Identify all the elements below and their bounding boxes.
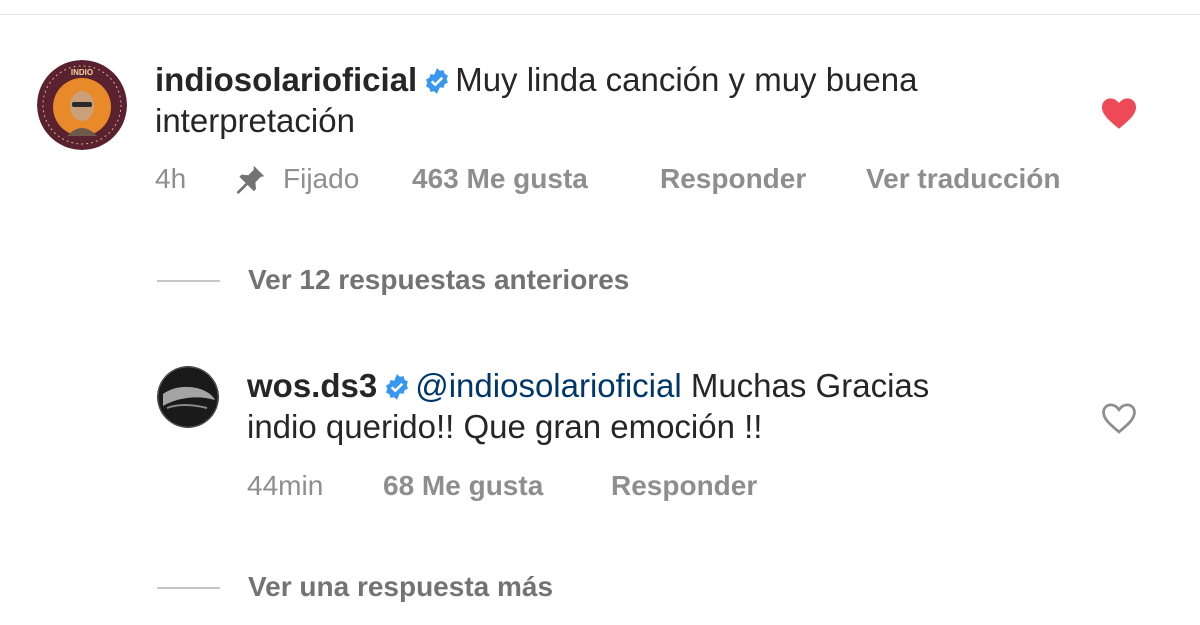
comment-username[interactable]: indiosolarioficial	[155, 61, 417, 98]
verified-badge-icon	[383, 370, 411, 410]
view-more-replies-button[interactable]: Ver una respuesta más	[248, 570, 553, 604]
reply-avatar[interactable]	[157, 366, 219, 428]
verified-badge-icon	[423, 64, 451, 104]
avatar-image: INDIO	[37, 60, 127, 150]
avatar[interactable]: INDIO	[37, 60, 127, 150]
translate-button[interactable]: Ver traducción	[866, 162, 1061, 196]
pinned-label: Fijado	[283, 163, 360, 194]
svg-text:INDIO: INDIO	[71, 68, 93, 77]
reply-reply-button[interactable]: Responder	[611, 469, 757, 503]
reply-avatar-image	[157, 366, 219, 428]
comment-text-line1: Muy linda canción y muy buena	[455, 61, 918, 98]
comment-text-line2: interpretación	[155, 102, 355, 139]
comment-reply-button[interactable]: Responder	[660, 162, 806, 196]
view-previous-replies-button[interactable]: Ver 12 respuestas anteriores	[248, 263, 629, 297]
reply-text-line2: indio querido!! Que gran emoción !!	[247, 408, 763, 445]
comment-likes[interactable]: 463 Me gusta	[412, 162, 588, 196]
comment-time: 4h	[155, 163, 187, 194]
top-divider	[0, 14, 1200, 15]
reply-text-line1: Muchas Gracias	[681, 367, 930, 404]
reply-line-1: wos.ds3 @indiosolarioficial Muchas Gracia…	[247, 366, 929, 410]
reply-like-heart-icon[interactable]	[1100, 401, 1138, 435]
reply-likes[interactable]: 68 Me gusta	[383, 469, 543, 503]
reply-mention-link[interactable]: @indiosolarioficial	[415, 367, 681, 404]
reply-username[interactable]: wos.ds3	[247, 367, 377, 404]
comment-line-1: indiosolarioficial Muy linda canción y mu…	[155, 60, 917, 104]
like-heart-icon[interactable]	[1100, 96, 1138, 130]
replies-divider-line	[157, 280, 220, 282]
reply-time: 44min	[247, 470, 324, 501]
replies-divider-line	[157, 587, 220, 589]
pin-icon	[236, 165, 265, 194]
